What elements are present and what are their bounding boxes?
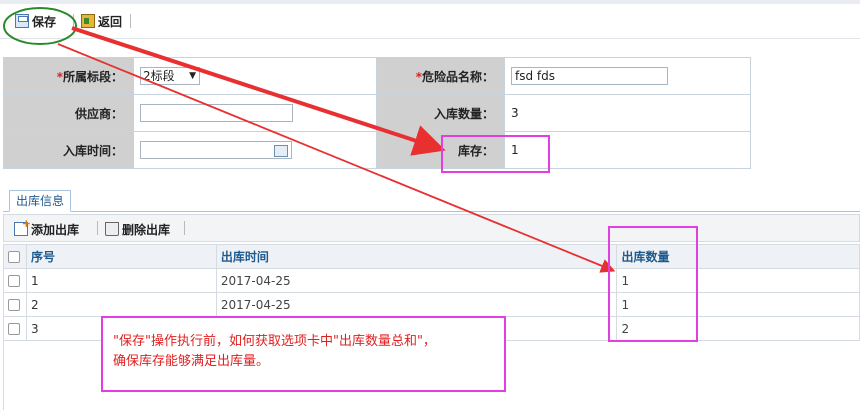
section-select-value: 2标段 — [143, 69, 175, 83]
seq-cell: 1 — [25, 268, 217, 293]
hazard-name-input[interactable]: fsd fds — [511, 67, 668, 85]
section-value-cell: 2标段 ▼ — [133, 57, 377, 95]
inbound-time-label-cell: 入库时间： — [3, 131, 134, 169]
inbound-qty-label: 入库数量： — [433, 106, 494, 121]
toolbar-divider — [97, 221, 98, 235]
save-icon — [15, 14, 29, 28]
column-header-qty[interactable]: 出库数量 — [616, 244, 860, 269]
column-header-time[interactable]: 出库时间 — [215, 244, 618, 269]
qty-cell: 1 — [616, 292, 860, 317]
annotation-line-2: 确保库存能够满足出库量。 — [113, 354, 270, 369]
annotation-line-1: "保存"操作执行前，如何获取选项卡中"出库数量总和"， — [113, 334, 436, 349]
back-button[interactable]: 返回 — [81, 11, 122, 31]
add-outbound-label: 添加出库 — [31, 222, 80, 237]
qty-cell: 1 — [616, 268, 860, 293]
section-label-cell: *所属标段： — [3, 57, 134, 95]
calendar-icon[interactable] — [274, 145, 288, 157]
inbound-time-value-cell — [133, 131, 377, 169]
toolbar-divider — [184, 221, 185, 235]
time-cell: 2017-04-25 — [215, 268, 618, 293]
row-checkbox[interactable] — [8, 299, 20, 311]
toolbar-divider — [130, 14, 131, 28]
seq-cell: 2 — [25, 292, 217, 317]
inbound-qty-value-cell: 3 — [504, 94, 751, 132]
table-row[interactable]: 2 2017-04-25 1 — [3, 292, 860, 317]
supplier-value-cell — [133, 94, 377, 132]
annotation-note: "保存"操作执行前，如何获取选项卡中"出库数量总和"， 确保库存能够满足出库量。 — [101, 316, 506, 392]
column-header-seq[interactable]: 序号 — [25, 244, 217, 269]
row-checkbox-cell — [3, 292, 27, 317]
back-icon — [81, 14, 95, 28]
save-label: 保存 — [32, 14, 57, 29]
row-checkbox[interactable] — [8, 275, 20, 287]
stock-label: 库存： — [457, 143, 494, 158]
row-checkbox-cell — [3, 316, 27, 341]
chevron-down-icon: ▼ — [189, 71, 196, 81]
tab-bar: 出库信息 — [3, 190, 860, 212]
stock-label-cell: 库存： — [376, 131, 505, 169]
select-all-cell — [3, 244, 27, 269]
toolbar-divider — [73, 14, 74, 28]
grid-toolbar: 添加出库 删除出库 — [3, 214, 860, 242]
row-checkbox[interactable] — [8, 323, 20, 335]
row-checkbox-cell — [3, 268, 27, 293]
supplier-label-cell: 供应商： — [3, 94, 134, 132]
time-cell: 2017-04-25 — [215, 292, 618, 317]
inbound-time-input[interactable] — [140, 141, 292, 159]
delete-outbound-label: 删除出库 — [122, 222, 171, 237]
select-all-checkbox[interactable] — [8, 251, 20, 263]
main-toolbar: 保存 返回 — [0, 4, 860, 39]
inbound-qty-value: 3 — [511, 106, 519, 120]
tab-outbound-info[interactable]: 出库信息 — [9, 190, 72, 212]
section-select[interactable]: 2标段 ▼ — [140, 67, 200, 85]
supplier-label: 供应商： — [74, 106, 123, 121]
trash-icon — [105, 222, 119, 236]
hazard-name-label: 危险品名称： — [421, 69, 494, 84]
supplier-input[interactable] — [140, 104, 293, 122]
delete-outbound-button[interactable]: 删除出库 — [105, 219, 170, 239]
add-icon — [14, 217, 31, 236]
add-outbound-button[interactable]: 添加出库 — [14, 217, 80, 239]
inbound-qty-label-cell: 入库数量： — [376, 94, 505, 132]
grid-header-row: 序号 出库时间 出库数量 — [3, 244, 860, 269]
qty-cell: 2 — [616, 316, 860, 341]
hazard-name-label-cell: *危险品名称： — [376, 57, 505, 95]
section-label: 所属标段： — [62, 69, 123, 84]
back-label: 返回 — [98, 14, 123, 29]
hazard-name-value-cell: fsd fds — [504, 57, 751, 95]
stock-value: 1 — [511, 143, 519, 157]
save-button[interactable]: 保存 — [15, 11, 56, 31]
inbound-form: *所属标段： 2标段 ▼ *危险品名称： fsd fds 供应商： 入库数量： 3… — [3, 57, 751, 169]
table-row[interactable]: 1 2017-04-25 1 — [3, 268, 860, 293]
stock-value-cell: 1 — [504, 131, 751, 169]
inbound-time-label: 入库时间： — [62, 143, 123, 158]
